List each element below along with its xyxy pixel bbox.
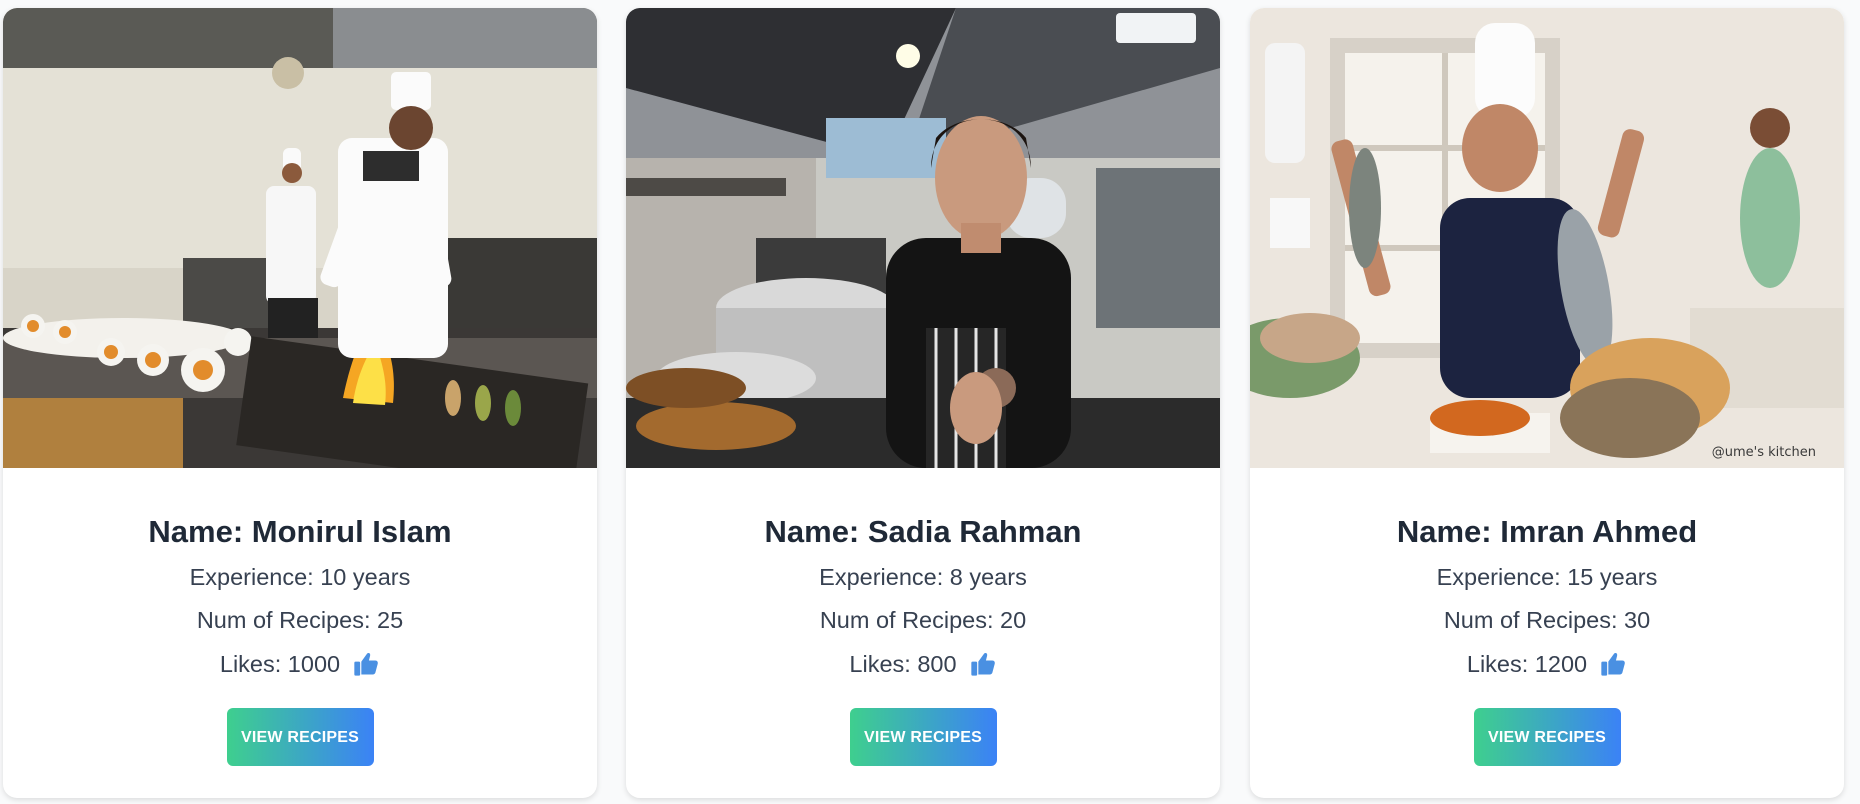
- chef-recipe-count: Num of Recipes: 20: [819, 607, 1027, 633]
- chef-experience: Experience: 10 years: [189, 564, 411, 590]
- chef-card: Name: Sadia Rahman Experience: 8 years N…: [626, 8, 1220, 798]
- chef-likes-text: Likes: 1000: [219, 651, 341, 677]
- chef-recipe-count: Num of Recipes: 25: [196, 607, 404, 633]
- chef-likes-text: Likes: 800: [849, 651, 957, 677]
- chef-info: Name: Monirul Islam Experience: 10 years…: [3, 468, 597, 766]
- chef-info: Name: Imran Ahmed Experience: 15 years N…: [1250, 468, 1844, 766]
- view-recipes-button[interactable]: VIEW RECIPES: [226, 708, 374, 766]
- chef-likes: Likes: 1000: [3, 650, 597, 678]
- chef-experience: Experience: 8 years: [819, 564, 1027, 590]
- view-recipes-button[interactable]: VIEW RECIPES: [849, 708, 997, 766]
- chef-name: Name: Sadia Rahman: [764, 514, 1082, 549]
- photo-watermark: @ume's kitchen: [1712, 445, 1816, 460]
- chef-likes-text: Likes: 1200: [1466, 651, 1588, 677]
- chef-card-grid: Name: Monirul Islam Experience: 10 years…: [0, 0, 1860, 804]
- thumbs-up-icon: [352, 650, 380, 678]
- chef-info: Name: Sadia Rahman Experience: 8 years N…: [626, 468, 1220, 766]
- chef-photo: [3, 8, 597, 468]
- chef-name: Name: Imran Ahmed: [1396, 514, 1698, 549]
- chef-photo: @ume's kitchen: [1250, 8, 1844, 468]
- thumbs-up-icon: [969, 650, 997, 678]
- view-recipes-button[interactable]: VIEW RECIPES: [1473, 708, 1621, 766]
- thumbs-up-icon: [1599, 650, 1627, 678]
- chef-card: Name: Monirul Islam Experience: 10 years…: [3, 8, 597, 798]
- chef-likes: Likes: 1200: [1250, 650, 1844, 678]
- chef-card: @ume's kitchen Name: Imran Ahmed Experie…: [1250, 8, 1844, 798]
- chef-experience: Experience: 15 years: [1436, 564, 1658, 590]
- chef-photo: [626, 8, 1220, 468]
- chef-recipe-count: Num of Recipes: 30: [1443, 607, 1651, 633]
- chef-name: Name: Monirul Islam: [148, 514, 452, 549]
- chef-likes: Likes: 800: [626, 650, 1220, 678]
